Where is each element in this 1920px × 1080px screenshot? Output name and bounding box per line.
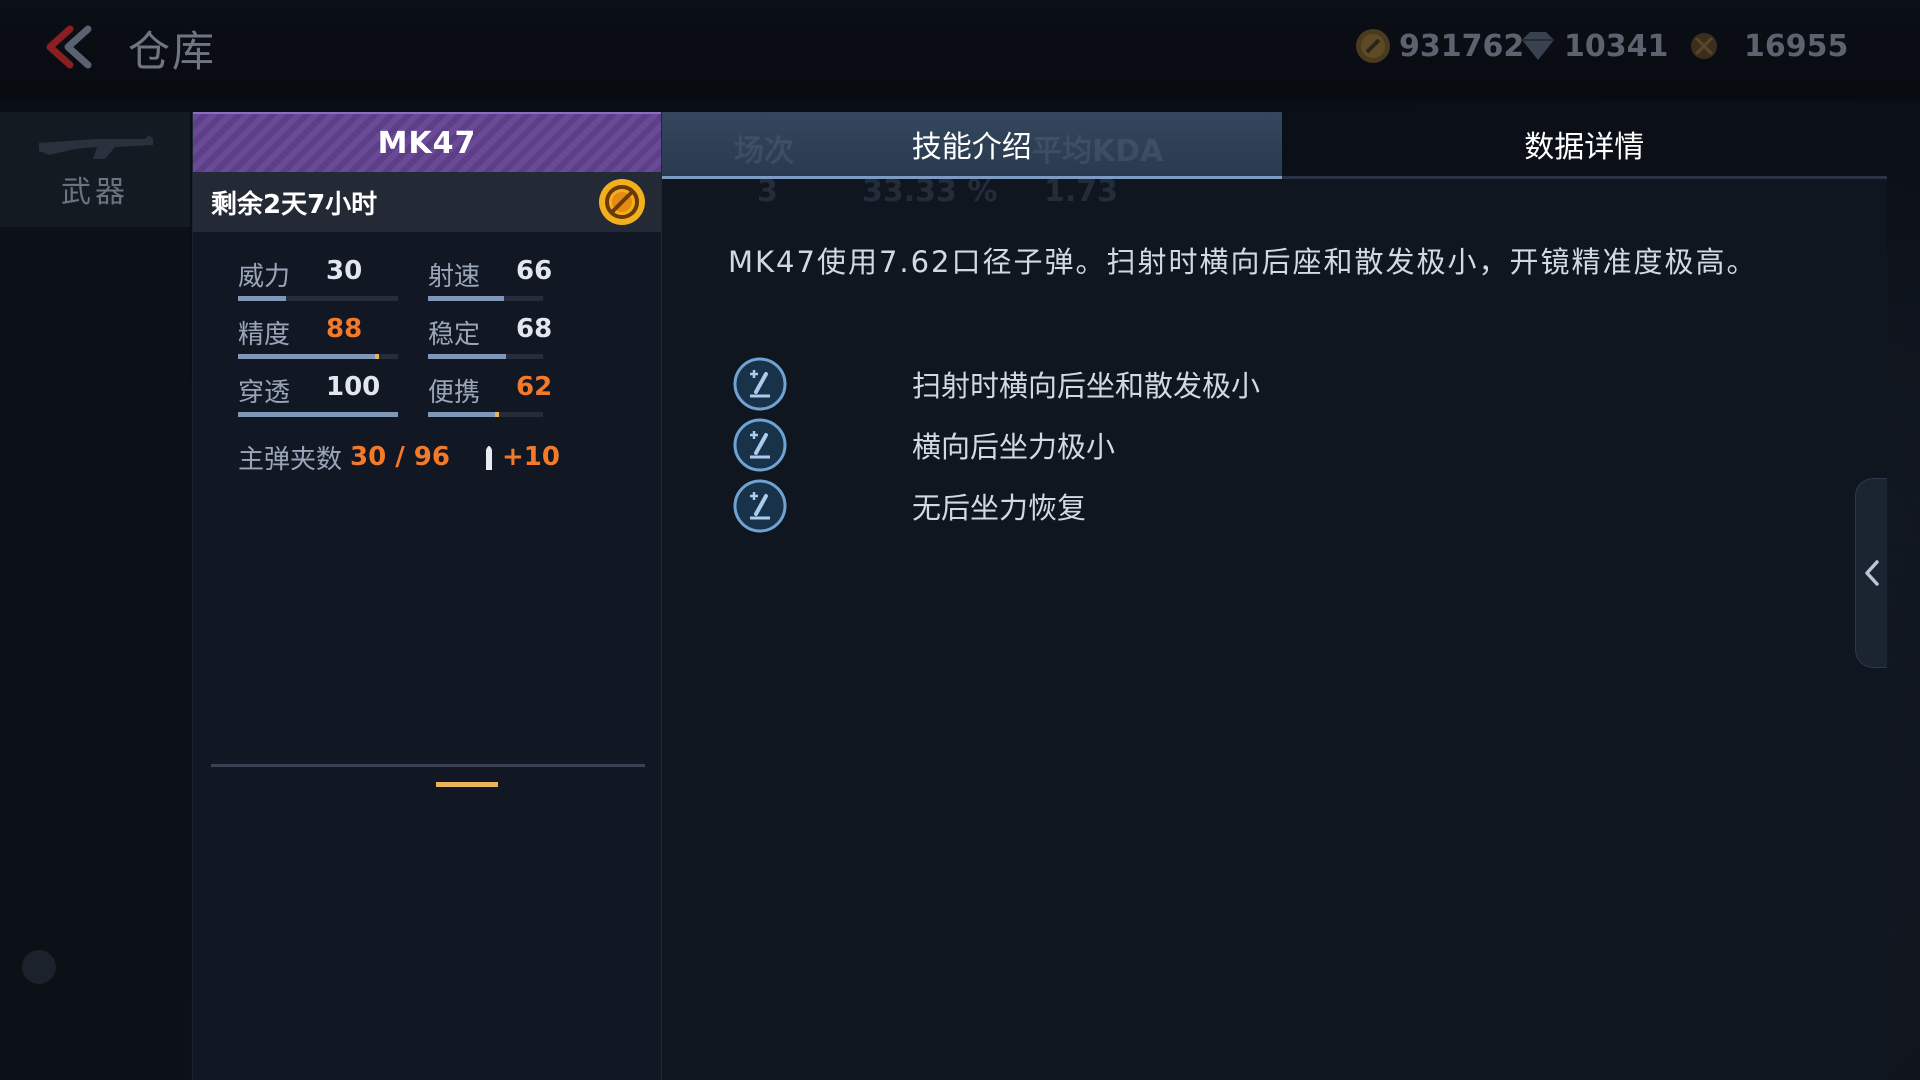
stat-label: 射速 <box>428 262 481 292</box>
skill-text: 无后坐力恢复 <box>912 491 1087 525</box>
page-indicator <box>436 782 498 787</box>
stat-bar <box>428 412 543 417</box>
no-renew-badge-icon[interactable] <box>597 177 647 227</box>
stat-bar-fill <box>238 412 398 417</box>
skill-item: 无后坐力恢复 <box>732 478 1086 534</box>
page-title: 仓库 <box>128 27 217 76</box>
stat-value: 30 <box>326 256 363 286</box>
bullet-icon <box>485 446 492 470</box>
stat-label: 稳定 <box>428 320 481 350</box>
collapse-panel-button[interactable] <box>1855 478 1887 668</box>
gold-amount: 931762 <box>1399 28 1525 64</box>
stat-bar-fill <box>428 354 507 359</box>
stat-bar <box>428 354 543 359</box>
stat-bar <box>238 412 398 417</box>
double-chevron-left-icon <box>46 25 92 69</box>
stat-value: 88 <box>326 314 363 344</box>
ghost-value-rate: 33.33 % <box>862 174 998 209</box>
stat-bar-boost <box>495 412 500 417</box>
weapon-info-panel: MK47 剩余2天7小时 威力 30 射速 66 精度 88 稳定 68 穿透 … <box>192 112 661 1080</box>
ghost-header-matches: 场次 <box>734 134 794 169</box>
detail-panel: 场次 平均KDA 技能介绍 数据详情 3 33.33 % 1.73 MK47使用… <box>661 112 1887 1080</box>
panel-divider <box>211 764 645 767</box>
stat-bar <box>238 354 398 359</box>
stat-fire-rate: 射速 66 <box>428 256 618 314</box>
stat-bar <box>238 296 398 301</box>
rifle-icon <box>39 134 153 159</box>
magazine-bonus: +10 <box>501 442 560 472</box>
stat-portability: 便携 62 <box>428 372 618 430</box>
stat-value: 66 <box>516 256 553 286</box>
tab-skills-label: 技能介绍 <box>911 130 1032 165</box>
ghost-value-kda: 1.73 <box>1044 174 1119 209</box>
magazine-label: 主弹夹数 <box>238 444 343 475</box>
medal-amount: 16955 <box>1744 28 1849 64</box>
diamond-icon <box>1522 32 1554 60</box>
stat-label: 便携 <box>428 378 481 408</box>
skill-icon <box>733 479 787 533</box>
tab-skills[interactable]: 场次 平均KDA 技能介绍 <box>662 112 1282 179</box>
stat-bar-fill <box>428 412 500 417</box>
stat-label: 精度 <box>238 320 291 350</box>
diamond-currency: 10341 <box>1518 24 1668 68</box>
skill-icon <box>733 418 787 472</box>
detail-tabs: 场次 平均KDA 技能介绍 数据详情 <box>662 112 1887 179</box>
stat-bar <box>428 296 543 301</box>
time-remaining: 剩余2天7小时 <box>211 189 378 220</box>
stat-label: 威力 <box>238 262 291 292</box>
skill-item: 扫射时横向后坐和散发极小 <box>732 356 1260 412</box>
side-tab-label: 武器 <box>61 174 129 210</box>
stat-value: 100 <box>326 372 381 402</box>
stat-value: 62 <box>516 372 553 402</box>
top-bar: 仓库 931762 10341 16955 <box>0 0 1920 100</box>
stat-penetration: 穿透 100 <box>238 372 428 430</box>
gold-coin-icon <box>1356 29 1390 63</box>
magazine-row: 主弹夹数 30 / 96 +10 <box>238 432 661 482</box>
stat-power: 威力 30 <box>238 256 428 314</box>
weapon-stats: 威力 30 射速 66 精度 88 稳定 68 穿透 100 便携 62 主弹夹… <box>193 232 661 482</box>
gold-currency: 931762 <box>1353 24 1524 68</box>
skill-text: 扫射时横向后坐和散发极小 <box>912 369 1261 403</box>
stat-bar-boost <box>374 354 379 359</box>
side-nav: 武器 <box>0 112 190 1080</box>
stat-accuracy: 精度 88 <box>238 314 428 372</box>
ghost-value-matches: 3 <box>757 174 778 209</box>
stat-value: 68 <box>516 314 553 344</box>
side-dot <box>22 950 56 984</box>
magazine-value: 30 / 96 <box>350 442 450 472</box>
tab-data-details-label: 数据详情 <box>1524 130 1645 165</box>
skill-text: 横向后坐力极小 <box>912 430 1116 464</box>
diamond-amount: 10341 <box>1564 28 1669 64</box>
stat-stability: 稳定 68 <box>428 314 618 372</box>
weapon-name: MK47 <box>377 125 477 161</box>
ghost-header-kda: 平均KDA <box>1032 134 1164 169</box>
stat-bar-fill <box>238 354 379 359</box>
weapon-header: MK47 <box>193 112 661 172</box>
skill-item: 横向后坐力极小 <box>732 417 1115 473</box>
time-remaining-row: 剩余2天7小时 <box>193 172 661 232</box>
weapon-description: MK47使用7.62口径子弹。扫射时横向后座和散发极小，开镜精准度极高。 <box>728 245 1758 279</box>
stat-label: 穿透 <box>238 378 291 408</box>
medal-currency: 16955 <box>1684 24 1848 68</box>
back-button[interactable] <box>38 22 98 72</box>
skill-icon <box>733 357 787 411</box>
stat-bar-fill <box>238 296 286 301</box>
side-tab-weapons[interactable]: 武器 <box>0 112 190 227</box>
medal-icon <box>1691 33 1717 59</box>
stat-bar-fill <box>428 296 504 301</box>
chevron-left-icon <box>1864 560 1879 586</box>
tab-data-details[interactable]: 数据详情 <box>1281 112 1887 179</box>
